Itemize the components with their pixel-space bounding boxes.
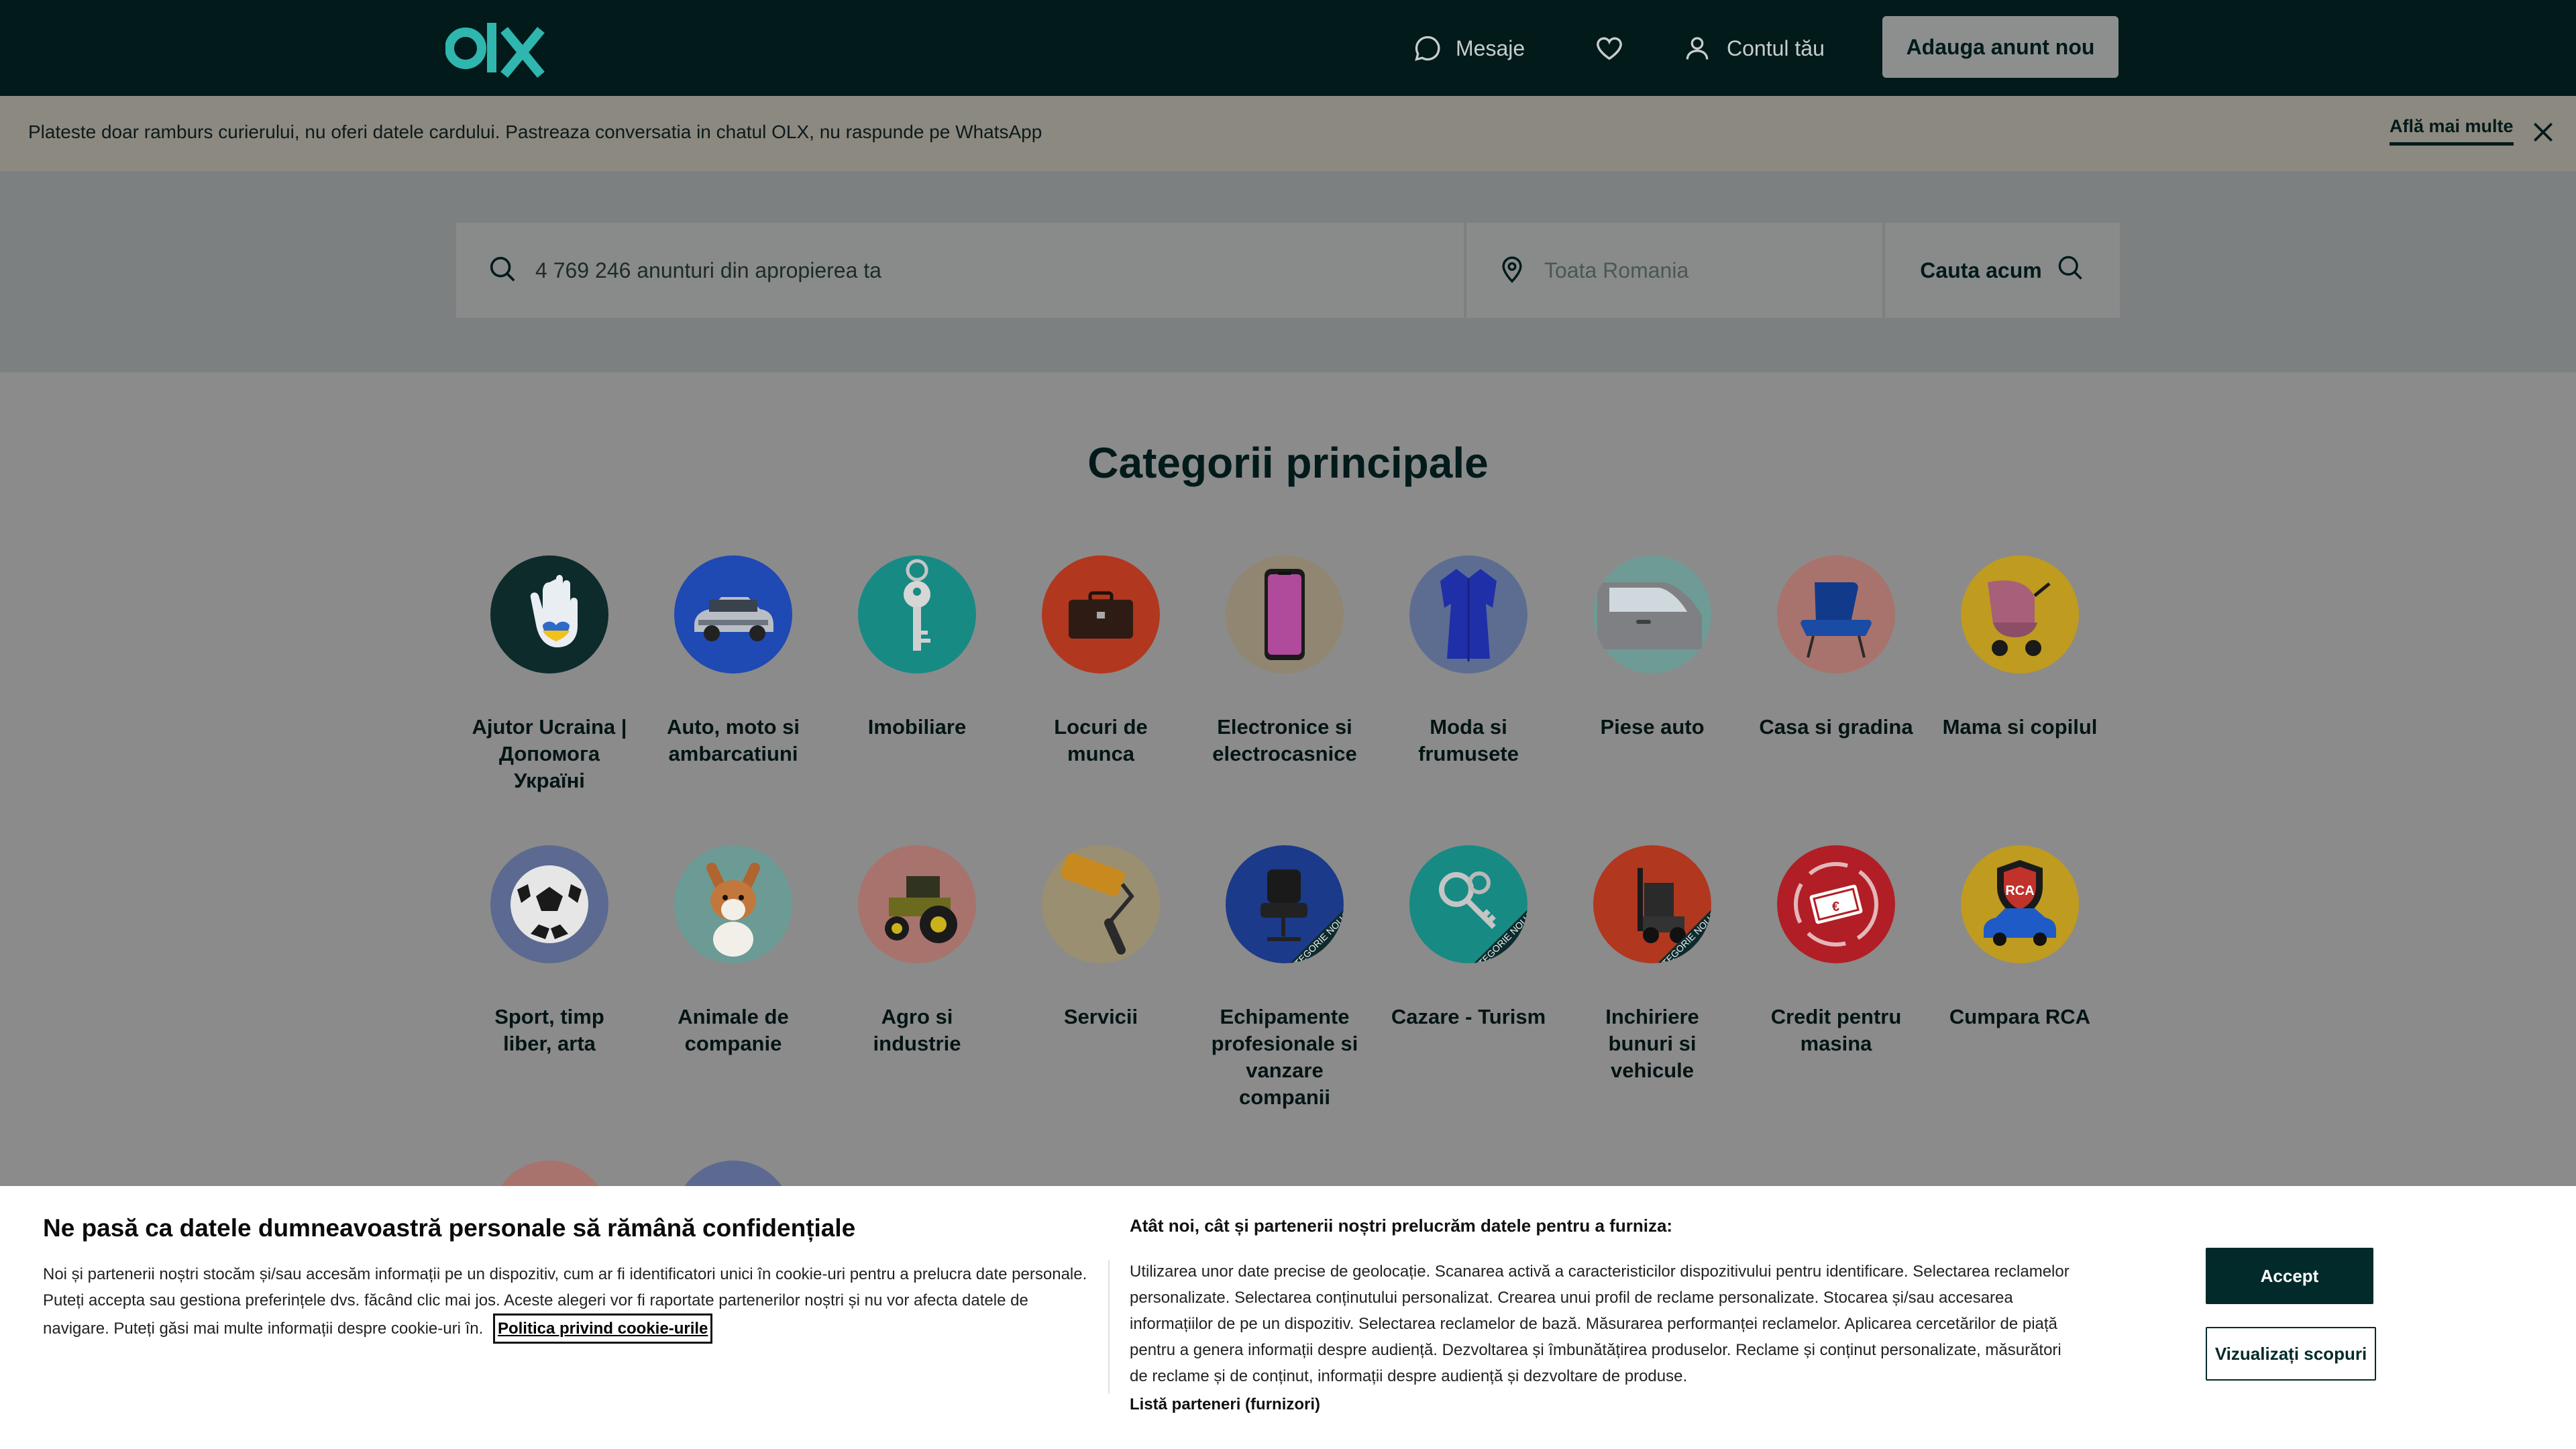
category-piese-auto[interactable]: Piese auto	[1572, 555, 1733, 741]
partners-list-link[interactable]: Listă parteneri (furnizori)	[1130, 1395, 1320, 1414]
category-label: Cazare - Turism	[1391, 1005, 1546, 1028]
dress-icon	[1409, 555, 1527, 674]
cookie-policy-link[interactable]: Politica privind cookie-urile	[492, 1313, 713, 1344]
search-bar: 4 769 246 anunturi din apropierea ta Toa…	[456, 223, 2576, 318]
search-placeholder: 4 769 246 anunturi din apropierea ta	[535, 258, 881, 282]
category-auto[interactable]: Auto, moto si ambarcatiuni	[653, 555, 814, 767]
search-icon	[2055, 253, 2085, 288]
category-credit[interactable]: € Credit pentru masina	[1756, 845, 1917, 1057]
category-label: Animale de companie	[678, 1005, 789, 1055]
messages-label: Mesaje	[1456, 36, 1525, 60]
view-purposes-button[interactable]: Vizualizați scopuri	[2206, 1327, 2376, 1381]
category-label: Servicii	[1063, 1005, 1138, 1028]
category-inchiriere[interactable]: CATEGORIE NOUA Inchiriere bunuri si vehi…	[1572, 845, 1733, 1084]
learn-more-link[interactable]: Află mai multe	[2390, 116, 2514, 146]
category-label: Sport, timp liber, arta	[494, 1005, 604, 1055]
category-moda[interactable]: Moda si frumusete	[1388, 555, 1549, 767]
category-label: Ajutor Ucraina | Допомога Україні	[472, 715, 627, 792]
cookie-title: Ne pasă ca datele dumneavoastră personal…	[43, 1214, 856, 1242]
search-input[interactable]: 4 769 246 anunturi din apropierea ta	[456, 223, 1464, 318]
search-button-label: Cauta acum	[1920, 258, 2042, 282]
accept-button[interactable]: Accept	[2206, 1248, 2373, 1304]
cookie-purposes-title: Atât noi, cât și partenerii noștri prelu…	[1130, 1216, 1673, 1236]
dog-icon	[674, 845, 792, 963]
close-icon[interactable]	[2530, 119, 2556, 145]
search-icon	[487, 254, 518, 288]
category-label: Casa si gradina	[1759, 715, 1913, 739]
top-header: Mesaje Contul tău Adauga anunt nou	[0, 0, 2576, 96]
cookie-consent-banner: Ne pasă ca datele dumneavoastră personal…	[0, 1186, 2576, 1449]
category-label: Inchiriere bunuri si vehicule	[1605, 1005, 1699, 1082]
messages-link[interactable]: Mesaje	[1413, 30, 1525, 67]
category-imobiliare[interactable]: Imobiliare	[837, 555, 998, 741]
category-label: Agro si industrie	[873, 1005, 961, 1055]
chair-icon: CATEGORIE NOUA	[1226, 845, 1344, 963]
category-label: Locuri de munca	[1054, 715, 1148, 765]
cookie-divider	[1108, 1260, 1110, 1394]
heart-icon	[1597, 37, 1622, 60]
category-label: Cumpara RCA	[1949, 1005, 2091, 1028]
paint-roller-icon	[1042, 845, 1160, 963]
category-label: Electronice si electrocasnice	[1212, 715, 1357, 765]
category-animale[interactable]: Animale de companie	[653, 845, 814, 1057]
category-servicii[interactable]: Servicii	[1020, 845, 1181, 1030]
tractor-icon	[858, 845, 976, 963]
briefcase-icon	[1042, 555, 1160, 674]
stroller-icon	[1961, 555, 2079, 674]
safety-alert: Plateste doar ramburs curierului, nu ofe…	[0, 96, 2576, 171]
rca-text: RCA	[2005, 883, 2034, 898]
account-label: Contul tău	[1727, 36, 1825, 60]
svg-text:€: €	[1832, 900, 1839, 914]
category-label: Auto, moto si ambarcatiuni	[666, 715, 800, 765]
rca-shield-icon: RCA	[1961, 845, 2079, 963]
location-placeholder: Toata Romania	[1544, 258, 1689, 282]
money-icon: €	[1777, 845, 1895, 963]
alert-text: Plateste doar ramburs curierului, nu ofe…	[28, 121, 1042, 142]
location-pin-icon	[1497, 254, 1527, 287]
football-icon	[490, 845, 608, 963]
keys-icon: CATEGORIE NOUA	[1409, 845, 1527, 963]
category-echipamente[interactable]: CATEGORIE NOUA Echipamente profesionale …	[1204, 845, 1365, 1111]
cookie-body: Noi și partenerii noștri stocăm și/sau a…	[43, 1261, 1089, 1344]
category-sport[interactable]: Sport, timp liber, arta	[469, 845, 630, 1057]
search-button[interactable]: Cauta acum	[1885, 223, 2120, 318]
olx-logo[interactable]	[445, 19, 546, 78]
phone-icon	[1226, 555, 1344, 674]
category-agro[interactable]: Agro si industrie	[837, 845, 998, 1057]
category-label: Echipamente profesionale si vanzare comp…	[1211, 1005, 1358, 1109]
ukraine-help-icon	[490, 555, 608, 674]
category-cazare[interactable]: CATEGORIE NOUA Cazare - Turism	[1388, 845, 1549, 1030]
category-label: Credit pentru masina	[1770, 1005, 1902, 1055]
categories-title: Categorii principale	[1087, 439, 1489, 487]
category-label: Imobiliare	[867, 715, 967, 739]
category-mama-copilul[interactable]: Mama si copilul	[1939, 555, 2100, 741]
post-ad-button[interactable]: Adauga anunt nou	[1882, 16, 2118, 78]
key-icon	[858, 555, 976, 674]
car-icon	[674, 555, 792, 674]
category-label: Mama si copilul	[1942, 715, 2098, 739]
favorites-link[interactable]	[1594, 30, 1625, 67]
category-label: Moda si frumusete	[1418, 715, 1519, 765]
account-link[interactable]: Contul tău	[1682, 30, 1825, 67]
car-door-icon	[1593, 555, 1711, 674]
forklift-icon: CATEGORIE NOUA	[1593, 845, 1711, 963]
category-ajutor-ucraina[interactable]: Ajutor Ucraina | Допомога Україні	[469, 555, 630, 794]
armchair-icon	[1777, 555, 1895, 674]
chat-icon	[1415, 36, 1440, 61]
category-label: Piese auto	[1600, 715, 1705, 739]
user-icon	[1686, 37, 1709, 60]
category-locuri-de-munca[interactable]: Locuri de munca	[1020, 555, 1181, 767]
category-rca[interactable]: RCA Cumpara RCA	[1939, 845, 2100, 1030]
location-input[interactable]: Toata Romania	[1466, 223, 1882, 318]
cookie-purposes-text: Utilizarea unor date precise de geolocaț…	[1130, 1263, 2070, 1385]
category-casa-gradina[interactable]: Casa si gradina	[1756, 555, 1917, 741]
category-electronice[interactable]: Electronice si electrocasnice	[1204, 555, 1365, 767]
